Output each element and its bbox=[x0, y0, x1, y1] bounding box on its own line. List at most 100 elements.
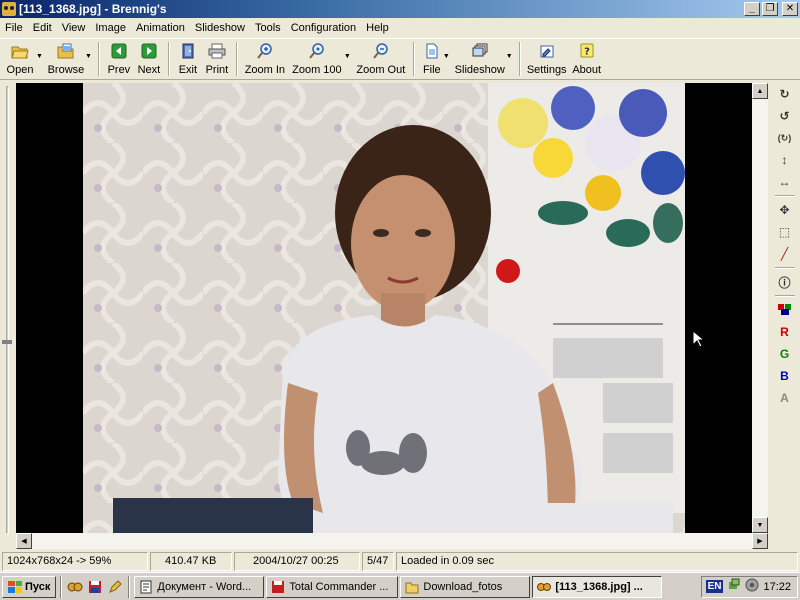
menu-slideshow[interactable]: Slideshow bbox=[190, 19, 250, 37]
rotate-180-icon[interactable]: (↻) bbox=[774, 127, 796, 149]
system-tray: EN 17:22 bbox=[700, 575, 798, 598]
task-brennigs-active[interactable]: [113_1368.jpg] ... bbox=[532, 575, 663, 598]
minimize-button[interactable]: _ bbox=[744, 2, 760, 16]
about-button[interactable]: ? About bbox=[569, 39, 605, 79]
tool-separator bbox=[774, 295, 795, 297]
menu-help[interactable]: Help bbox=[361, 19, 394, 37]
exit-button[interactable]: Exit bbox=[174, 39, 202, 79]
file-dropdown-arrow[interactable]: ▼ bbox=[443, 53, 450, 60]
settings-button[interactable]: Settings bbox=[525, 39, 569, 79]
open-dropdown-arrow[interactable]: ▼ bbox=[36, 53, 43, 60]
zoom-in-button[interactable]: Zoom In bbox=[242, 39, 288, 79]
left-slider-strip bbox=[0, 82, 14, 550]
menu-tools[interactable]: Tools bbox=[250, 19, 286, 37]
language-indicator[interactable]: EN bbox=[705, 580, 724, 593]
toolbar-separator bbox=[412, 42, 415, 76]
brennigs-quicklaunch-icon[interactable] bbox=[66, 578, 84, 596]
toolbar-separator bbox=[167, 42, 170, 76]
start-button[interactable]: Пуск bbox=[2, 575, 57, 598]
brennigs-app-icon bbox=[537, 582, 552, 591]
browse-button[interactable]: Browse bbox=[45, 39, 87, 79]
arrow-right-icon bbox=[140, 42, 158, 60]
menu-file[interactable]: File bbox=[0, 19, 28, 37]
status-filesize: 410.47 KB bbox=[150, 551, 232, 571]
browse-dropdown-arrow[interactable]: ▼ bbox=[85, 53, 92, 60]
channel-alpha[interactable]: A bbox=[774, 387, 796, 409]
info-icon[interactable]: ⓘ bbox=[774, 271, 796, 293]
slider-marker[interactable] bbox=[2, 340, 12, 344]
floppy-quicklaunch-icon[interactable] bbox=[86, 578, 104, 596]
floppy-icon bbox=[272, 580, 285, 593]
scroll-down-button[interactable]: ▼ bbox=[752, 517, 768, 533]
tool-separator bbox=[774, 195, 795, 197]
menu-edit[interactable]: Edit bbox=[28, 19, 57, 37]
status-bar: 1024x768x24 -> 59% 410.47 KB 2004/10/27 … bbox=[0, 550, 800, 572]
vertical-track[interactable] bbox=[6, 86, 9, 534]
exit-door-icon bbox=[179, 42, 197, 60]
menu-view[interactable]: View bbox=[57, 19, 91, 37]
channel-green[interactable]: G bbox=[774, 343, 796, 365]
menu-configuration[interactable]: Configuration bbox=[286, 19, 361, 37]
tools-column: ↻ ↺ (↻) ↕ ↔ ✥ ⬚ ╱ ⓘ R G B A bbox=[771, 83, 798, 549]
window-title: [113_1368.jpg] - Brennig's bbox=[19, 2, 167, 16]
task-word-document[interactable]: Документ - Word... bbox=[134, 575, 265, 598]
toolbar: Open ▼ Browse ▼ Prev Next Exit Print Zoo… bbox=[0, 38, 800, 80]
browse-folder-icon bbox=[57, 42, 75, 60]
mouse-cursor-icon bbox=[692, 330, 704, 348]
photo bbox=[83, 83, 685, 533]
taskbar-separator bbox=[60, 575, 63, 598]
slideshow-button[interactable]: Slideshow bbox=[452, 39, 508, 79]
taskbar-separator bbox=[128, 575, 131, 598]
rotate-ccw-icon[interactable]: ↺ bbox=[774, 105, 796, 127]
zoom-out-button[interactable]: Zoom Out bbox=[353, 39, 409, 79]
channel-red[interactable]: R bbox=[774, 321, 796, 343]
image-viewport[interactable] bbox=[16, 83, 752, 533]
scroll-left-button[interactable]: ◀ bbox=[16, 533, 32, 549]
scroll-up-button[interactable]: ▲ bbox=[752, 83, 768, 99]
menu-image[interactable]: Image bbox=[90, 19, 131, 37]
svg-text:?: ? bbox=[584, 47, 590, 58]
tray-network-icon[interactable] bbox=[727, 578, 741, 595]
color-channels-icon[interactable] bbox=[774, 299, 796, 321]
close-button[interactable]: ✕ bbox=[782, 2, 798, 16]
status-date: 2004/10/27 00:25 bbox=[234, 551, 360, 571]
pen-icon[interactable]: ╱ bbox=[774, 243, 796, 265]
scroll-right-button[interactable]: ▶ bbox=[752, 533, 768, 549]
pencil-quicklaunch-icon[interactable] bbox=[106, 578, 124, 596]
slideshow-icon bbox=[471, 42, 489, 60]
zoom-100-button[interactable]: Zoom 100 bbox=[288, 39, 346, 79]
vertical-scrollbar[interactable]: ▲ ▼ bbox=[752, 83, 768, 533]
zoom-out-icon bbox=[372, 42, 390, 60]
menu-animation[interactable]: Animation bbox=[131, 19, 190, 37]
task-download-fotos[interactable]: Download_fotos bbox=[400, 575, 531, 598]
print-button[interactable]: Print bbox=[202, 39, 232, 79]
file-icon bbox=[423, 42, 441, 60]
tray-clock[interactable]: 17:22 bbox=[763, 581, 791, 593]
next-button[interactable]: Next bbox=[134, 39, 164, 79]
select-rect-icon[interactable]: ⬚ bbox=[774, 221, 796, 243]
printer-icon bbox=[208, 42, 226, 60]
flip-vertical-icon[interactable]: ↕ bbox=[774, 149, 796, 171]
prev-button[interactable]: Prev bbox=[104, 39, 134, 79]
tray-speaker-icon[interactable] bbox=[745, 578, 759, 595]
flip-horizontal-icon[interactable]: ↔ bbox=[774, 171, 796, 193]
toolbar-separator bbox=[97, 42, 100, 76]
open-button[interactable]: Open bbox=[2, 39, 38, 79]
slideshow-dropdown-arrow[interactable]: ▼ bbox=[506, 53, 513, 60]
title-bar[interactable]: [113_1368.jpg] - Brennig's _ ❐ ✕ bbox=[0, 0, 800, 18]
zoom-100-icon bbox=[308, 42, 326, 60]
toolbar-separator bbox=[518, 42, 521, 76]
file-button[interactable]: File bbox=[419, 39, 445, 79]
horizontal-scrollbar[interactable]: ◀ ▶ bbox=[16, 533, 768, 549]
channel-blue[interactable]: B bbox=[774, 365, 796, 387]
maximize-button[interactable]: ❐ bbox=[762, 2, 778, 16]
app-icon[interactable] bbox=[2, 2, 16, 16]
taskbar: Пуск Документ - Word... Total Commander … bbox=[0, 572, 800, 600]
move-icon[interactable]: ✥ bbox=[774, 199, 796, 221]
folder-icon bbox=[405, 582, 419, 593]
status-message: Loaded in 0.09 sec bbox=[396, 551, 798, 571]
task-total-commander[interactable]: Total Commander ... bbox=[266, 575, 399, 598]
rotate-cw-icon[interactable]: ↻ bbox=[774, 83, 796, 105]
zoom-dropdown-arrow[interactable]: ▼ bbox=[344, 53, 351, 60]
help-icon: ? bbox=[578, 42, 596, 60]
